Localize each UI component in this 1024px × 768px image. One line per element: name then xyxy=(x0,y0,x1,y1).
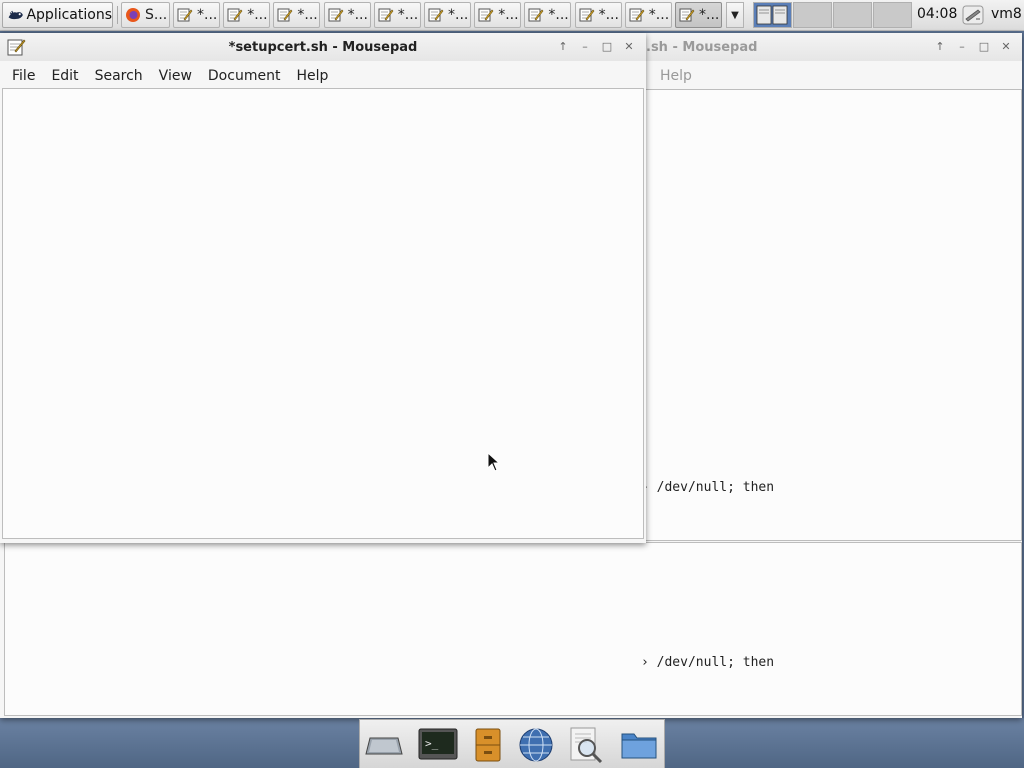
workspace-4[interactable] xyxy=(873,2,912,28)
menu-bar: File Edit Search View Document Help xyxy=(0,61,646,91)
taskbar-button-mousepad[interactable]: *... xyxy=(574,2,622,28)
window-controls: ↑ – □ ✕ xyxy=(555,38,637,54)
menu-help[interactable]: Help xyxy=(288,68,336,84)
taskbar-button-mousepad[interactable]: *... xyxy=(524,2,572,28)
text-editor-area[interactable] xyxy=(2,88,644,539)
taskbar-button-label: S... xyxy=(145,7,168,23)
taskbar-button-label: *... xyxy=(297,7,318,23)
window-shade-icon[interactable]: ↑ xyxy=(555,38,571,54)
text-editor-icon xyxy=(428,8,444,22)
taskbar-button-mousepad[interactable]: *... xyxy=(273,2,321,28)
window-maximize-icon[interactable]: □ xyxy=(599,38,615,54)
web-browser-icon xyxy=(519,728,553,762)
file-cabinet-icon xyxy=(475,728,501,762)
dock-item-folder[interactable] xyxy=(619,726,659,764)
taskbar-button-label: *... xyxy=(648,7,670,23)
menu-document[interactable]: Document xyxy=(200,68,289,84)
text-editor-area-lower[interactable]: › /dev/null; then xyxy=(4,542,1022,716)
applications-label: Applications xyxy=(26,7,112,23)
taskbar-button-label: *... xyxy=(247,7,268,23)
text-editor-icon xyxy=(277,8,293,22)
menu-help[interactable]: Help xyxy=(652,68,700,84)
window-titlebar[interactable]: *setupcert.sh - Mousepad xyxy=(0,33,646,61)
taskbar-button-label: *... xyxy=(197,7,218,23)
text-editor-icon xyxy=(378,8,394,22)
taskbar-button-mousepad[interactable]: *... xyxy=(474,2,522,28)
dock-item-search[interactable] xyxy=(566,726,606,764)
window-minimize-icon[interactable]: – xyxy=(577,38,593,54)
editor-line: › /dev/null; then xyxy=(641,655,775,670)
window-title: .sh - Mousepad xyxy=(646,39,758,55)
text-editor-icon xyxy=(528,8,544,22)
taskbar-button-label: *... xyxy=(548,7,569,23)
taskbar-button-label: *... xyxy=(347,7,368,23)
taskbar-overflow-button[interactable]: ▼ xyxy=(726,2,744,28)
window-controls: ↑ – □ ✕ xyxy=(932,38,1014,54)
taskbar-button-label: *... xyxy=(699,7,720,23)
show-desktop-icon xyxy=(365,737,403,755)
taskbar-button-mousepad[interactable]: *... xyxy=(223,2,271,28)
window-close-icon[interactable]: ✕ xyxy=(998,38,1014,54)
folder-icon xyxy=(621,733,657,759)
panel-separator xyxy=(117,6,118,24)
mousepad-app-icon[interactable] xyxy=(6,37,26,57)
workspace-3[interactable] xyxy=(833,2,872,28)
panel-clock[interactable]: 04:08 xyxy=(917,6,957,22)
dock-item-terminal[interactable]: >_ xyxy=(418,726,458,764)
terminal-icon: >_ xyxy=(418,728,458,760)
taskbar-button-mousepad[interactable]: *... xyxy=(173,2,220,28)
taskbar-button-mousepad[interactable]: *... xyxy=(675,2,722,28)
taskbar-button-label: *... xyxy=(397,7,419,23)
menu-file[interactable]: File xyxy=(4,68,43,84)
taskbar-button-label: *... xyxy=(448,7,469,23)
svg-text:>_: >_ xyxy=(425,737,439,750)
mousepad-window-active[interactable]: *setupcert.sh - Mousepad ↑ – □ ✕ File Ed… xyxy=(0,33,646,543)
window-close-icon[interactable]: ✕ xyxy=(621,38,637,54)
dock-item-file-cabinet[interactable] xyxy=(468,726,508,764)
current-user-label[interactable]: vm8 xyxy=(991,6,1022,22)
top-panel: Applications S... *... *... *... *... *... *.… xyxy=(0,0,1024,31)
firefox-icon xyxy=(126,8,140,22)
text-editor-icon xyxy=(177,8,193,22)
chevron-down-icon: ▼ xyxy=(731,9,739,21)
search-icon xyxy=(570,727,603,764)
window-minimize-icon[interactable]: – xyxy=(954,38,970,54)
taskbar-button-mousepad[interactable]: *... xyxy=(373,2,421,28)
taskbar-button-mousepad[interactable]: *... xyxy=(624,2,672,28)
xfce-mouse-logo-icon xyxy=(8,10,23,20)
launcher-dock: >_ xyxy=(359,719,665,768)
text-editor-icon xyxy=(679,8,695,22)
dock-item-web-browser[interactable] xyxy=(516,726,556,764)
taskbar-button-mousepad[interactable]: *... xyxy=(323,2,371,28)
window-shade-icon[interactable]: ↑ xyxy=(932,38,948,54)
window-title: *setupcert.sh - Mousepad xyxy=(228,39,418,55)
workspace-2[interactable] xyxy=(793,2,832,28)
text-editor-icon xyxy=(629,8,645,22)
editor-line: › /dev/null; then xyxy=(641,480,775,495)
window-maximize-icon[interactable]: □ xyxy=(976,38,992,54)
workspace-1[interactable] xyxy=(753,2,792,28)
taskbar-button-label: *... xyxy=(598,7,619,23)
menu-edit[interactable]: Edit xyxy=(43,68,86,84)
text-editor-icon xyxy=(227,8,243,22)
text-editor-icon xyxy=(579,8,594,22)
taskbar-button-label: *... xyxy=(498,7,519,23)
taskbar-button-firefox[interactable]: S... xyxy=(121,2,170,28)
text-editor-icon xyxy=(478,8,494,22)
applications-menu-button[interactable]: Applications xyxy=(2,2,113,28)
workspace-window-thumbnails-icon xyxy=(756,5,788,25)
dock-item-show-desktop[interactable] xyxy=(364,726,404,764)
taskbar-button-mousepad[interactable]: *... xyxy=(424,2,471,28)
mouse-pointer-icon xyxy=(487,452,501,472)
network-connection-icon[interactable] xyxy=(961,4,985,26)
text-editor-icon xyxy=(328,8,343,22)
menu-search[interactable]: Search xyxy=(87,68,151,84)
menu-view[interactable]: View xyxy=(151,68,200,84)
